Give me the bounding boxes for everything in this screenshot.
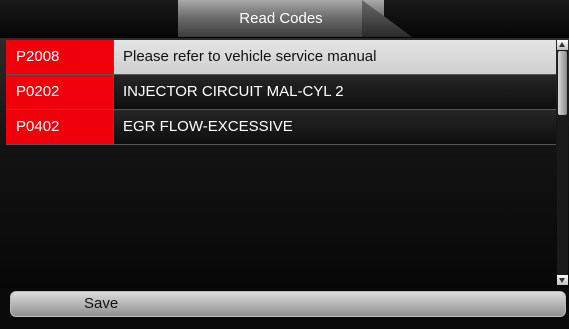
page-title: Read Codes: [239, 10, 323, 27]
save-button[interactable]: Save: [10, 291, 566, 317]
code-row[interactable]: P2008 Please refer to vehicle service ma…: [6, 40, 556, 75]
scroll-down-arrow-icon[interactable]: [557, 275, 568, 285]
dtc-code: P2008: [6, 40, 113, 74]
code-row[interactable]: P0202 INJECTOR CIRCUIT MAL-CYL 2: [6, 75, 556, 110]
dtc-code: P0402: [6, 110, 113, 144]
scrollbar[interactable]: [557, 40, 568, 285]
dtc-description: INJECTOR CIRCUIT MAL-CYL 2: [113, 75, 556, 109]
dtc-description: Please refer to vehicle service manual: [113, 40, 556, 74]
code-row[interactable]: P0402 EGR FLOW-EXCESSIVE: [6, 110, 556, 145]
code-list: P2008 Please refer to vehicle service ma…: [0, 38, 569, 288]
dtc-code: P0202: [6, 75, 113, 109]
scroll-up-arrow-icon[interactable]: [557, 40, 568, 50]
title-bar: Read Codes: [0, 0, 569, 37]
scrollbar-thumb[interactable]: [558, 51, 567, 115]
dtc-description: EGR FLOW-EXCESSIVE: [113, 110, 556, 144]
footer-bar: Save: [0, 288, 569, 329]
